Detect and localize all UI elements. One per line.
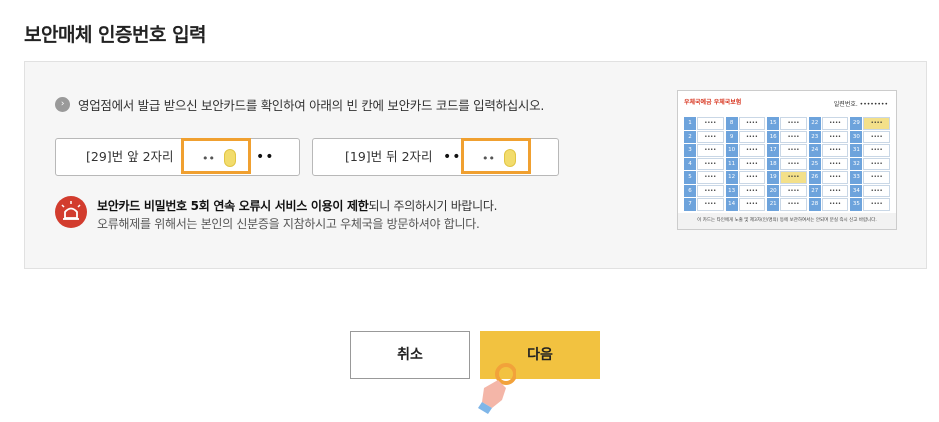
card-cell-value: •••• [821,184,849,197]
card-cell-value: •••• [697,130,724,143]
warning-rest-text: 되니 주의하시기 바랍니다. [368,199,498,213]
card-cell-number: 2 [684,130,696,143]
keypad-cursor-icon [504,149,516,167]
card-cell-value: •••• [863,144,890,157]
card-cell-number: 4 [684,157,696,170]
hand-pointer-icon [478,363,516,414]
keypad-cursor-icon [224,149,236,167]
card-cell-value: •••• [780,144,807,157]
entered-digits: •• [482,152,495,165]
card-cell-value: •••• [863,157,890,170]
card-cell-number: 29 [850,117,863,130]
card-cell-value: •••• [863,117,890,130]
card-cell-value: •••• [780,130,807,143]
card-cell-number: 16 [767,130,780,143]
card-cell-value: •••• [780,157,807,170]
card-cell-value: •••• [697,157,724,170]
card-cell-number: 31 [850,144,863,157]
card-cell-number: 14 [725,198,738,211]
card-cell-number: 11 [725,157,738,170]
guide-text: 영업점에서 발급 받으신 보안카드를 확인하여 아래의 빈 칸에 보안카드 코드… [78,98,545,113]
card-cell-value: •••• [821,198,849,211]
card-cell-value: •••• [821,157,849,170]
siren-icon [55,196,87,228]
card-cell-number: 33 [850,171,863,184]
card-cell-value: •••• [780,198,807,211]
card-cell-number: 17 [767,144,780,157]
card-cell-number: 18 [767,157,780,170]
card-cell-value: •••• [738,171,766,184]
card-code-grid: 1 •••• 2 •••• 3 •••• 4 •••• 5 •••• 6 •••• 7 •••• 8 ••••… [684,117,892,213]
card-cell-number: 3 [684,144,696,157]
entered-digits: •• [202,152,215,165]
page-title: 보안매체 인증번호 입력 [24,24,207,46]
card-cell-value: •••• [697,171,724,184]
card-cell-number: 26 [808,171,821,184]
cancel-button[interactable]: 취소 [350,331,470,379]
card-cell-value: •••• [821,117,849,130]
security-card-image: 우체국예금 우체국보험 일련번호. •••••••• 1 •••• 2 •••• 3 ••… [677,90,897,230]
card-cell-value: •••• [697,144,724,157]
code-input-group-2: [19]번 뒤 2자리 •• •• [312,138,559,176]
chevron-right-icon: › [55,97,70,112]
card-cell-number: 23 [808,130,821,143]
card-cell-number: 32 [850,157,863,170]
card-cell-value: •••• [863,184,890,197]
card-cell-number: 34 [850,184,863,197]
code-input-field-1[interactable]: •• [181,138,251,174]
card-cell-value: •••• [863,130,890,143]
card-cell-value: •••• [738,130,766,143]
card-cell-value: •••• [780,171,807,184]
card-cell-number: 13 [725,184,738,197]
card-cell-value: •••• [780,117,807,130]
warning-line-2: 오류해제를 위해서는 본인의 신분증을 지참하시고 우체국을 방문하셔야 합니다… [97,217,480,231]
fixed-digits: •• [256,149,275,165]
card-cell-number: 15 [767,117,780,130]
card-cell-number: 35 [850,198,863,211]
warning-bold-text: 보안카드 비밀번호 5회 연속 오류시 서비스 이용이 제한 [97,199,369,213]
card-cell-value: •••• [738,184,766,197]
card-cell-number: 10 [725,144,738,157]
code-input-label: [29]번 앞 2자리 [86,149,174,164]
card-cell-value: •••• [780,184,807,197]
card-cell-number: 24 [808,144,821,157]
card-cell-number: 30 [850,130,863,143]
card-cell-value: •••• [738,157,766,170]
card-cell-number: 20 [767,184,780,197]
code-input-field-2[interactable]: •• [461,138,531,174]
card-cell-value: •••• [821,171,849,184]
card-footer: 이 카드는 타인에게 노출 및 제3자(인/명의) 등에 보관하여서는 안되며 … [678,213,896,229]
guide-text-row: › 영업점에서 발급 받으신 보안카드를 확인하여 아래의 빈 칸에 보안카드 … [55,95,544,114]
card-cell-value: •••• [821,144,849,157]
fixed-digits: •• [443,149,462,165]
code-input-label: [19]번 뒤 2자리 [345,149,433,164]
card-cell-number: 8 [725,117,738,130]
card-logo: 우체국예금 우체국보험 [684,99,742,106]
card-cell-value: •••• [697,198,724,211]
card-cell-value: •••• [821,130,849,143]
card-cell-number: 25 [808,157,821,170]
card-cell-number: 28 [808,198,821,211]
card-cell-number: 21 [767,198,780,211]
card-header: 우체국예금 우체국보험 일련번호. •••••••• [678,91,896,115]
card-serial: 일련번호. •••••••• [833,101,888,108]
card-cell-number: 12 [725,171,738,184]
card-cell-number: 7 [684,198,696,211]
card-cell-value: •••• [863,171,890,184]
card-cell-value: •••• [738,117,766,130]
warning-line-1: 보안카드 비밀번호 5회 연속 오류시 서비스 이용이 제한되니 주의하시기 바… [97,197,497,214]
card-cell-number: 6 [684,184,696,197]
card-cell-number: 19 [767,171,780,184]
card-cell-value: •••• [738,198,766,211]
card-cell-number: 22 [808,117,821,130]
card-cell-value: •••• [697,184,724,197]
card-cell-value: •••• [697,117,724,130]
card-cell-number: 9 [725,130,738,143]
card-cell-number: 1 [684,117,696,130]
code-input-group-1: [29]번 앞 2자리 •• •• [55,138,300,176]
card-cell-number: 5 [684,171,696,184]
card-cell-number: 27 [808,184,821,197]
card-cell-value: •••• [738,144,766,157]
card-cell-value: •••• [863,198,890,211]
